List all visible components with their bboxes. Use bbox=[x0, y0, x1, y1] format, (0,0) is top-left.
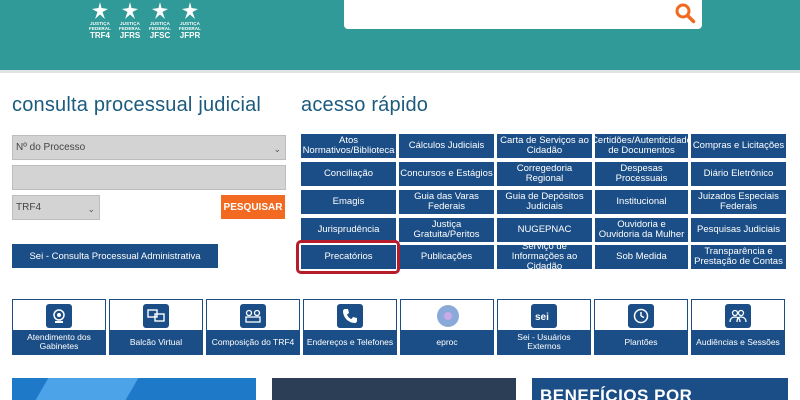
clock-icon bbox=[628, 304, 654, 328]
service-card-label: Plantões bbox=[595, 330, 687, 354]
banner-middle[interactable] bbox=[272, 378, 516, 400]
justice-emblem-icon bbox=[122, 2, 138, 19]
service-card[interactable]: Plantões bbox=[594, 299, 688, 355]
eproc-icon bbox=[437, 305, 459, 327]
logo-jfpr[interactable]: JUSTIÇA FEDERAL JFPR bbox=[176, 0, 204, 52]
quick-link[interactable]: Guia de Depósitos Judiciais bbox=[497, 190, 592, 214]
quick-link[interactable]: Ouvidoria e Ouvidoria da Mulher bbox=[595, 218, 688, 242]
quick-link[interactable]: Concursos e Estágios bbox=[399, 162, 494, 186]
logo-name: TRF4 bbox=[90, 31, 110, 40]
pesquisar-button[interactable]: PESQUISAR bbox=[221, 195, 285, 219]
site-search-input[interactable] bbox=[344, 0, 702, 29]
service-card-label: eproc bbox=[401, 330, 493, 354]
quick-link[interactable]: Sob Medida bbox=[595, 245, 688, 269]
banner-left[interactable] bbox=[12, 378, 256, 400]
service-card-label: Composição do TRF4 bbox=[207, 330, 299, 354]
justice-emblem-icon bbox=[152, 2, 168, 19]
process-type-value: Nº do Processo bbox=[16, 142, 86, 153]
banner-stripe bbox=[35, 378, 139, 400]
service-card[interactable]: Endereços e Telefones bbox=[303, 299, 397, 355]
quick-link[interactable]: Transparência e Prestação de Contas bbox=[691, 245, 786, 269]
attendance-icon bbox=[46, 304, 72, 328]
logo-name: JFSC bbox=[149, 31, 171, 40]
logo-name: JFRS bbox=[119, 31, 141, 40]
service-card[interactable]: Audiências e Sessões bbox=[691, 299, 785, 355]
service-card-label: Atendimento dos Gabinetes bbox=[13, 330, 105, 354]
process-number-input[interactable] bbox=[12, 165, 286, 190]
logo-jfrs[interactable]: JUSTIÇA FEDERAL JFRS bbox=[116, 0, 144, 52]
consulta-title: consulta processual judicial bbox=[12, 94, 262, 116]
header-divider bbox=[0, 70, 800, 73]
quick-link[interactable]: Justiça Gratuita/Peritos bbox=[399, 218, 494, 242]
quick-link[interactable]: Certidões/Autenticidade de Documentos bbox=[595, 134, 688, 158]
quick-link[interactable]: Pesquisas Judiciais bbox=[691, 218, 786, 242]
service-card-label: Balcão Virtual bbox=[110, 330, 202, 354]
service-card-label: Endereços e Telefones bbox=[304, 330, 396, 354]
service-card[interactable]: Composição do TRF4 bbox=[206, 299, 300, 355]
quick-link[interactable]: Carta de Serviços ao Cidadão bbox=[497, 134, 592, 158]
chevron-down-icon: ⌄ bbox=[87, 203, 95, 214]
quick-link[interactable]: Publicações bbox=[399, 245, 494, 269]
quick-link[interactable]: Despesas Processuais bbox=[595, 162, 688, 186]
people-icon bbox=[725, 304, 751, 328]
process-type-select[interactable]: Nº do Processo ⌄ bbox=[12, 135, 286, 160]
quick-link[interactable]: Corregedoria Regional bbox=[497, 162, 592, 186]
court-select[interactable]: TRF4 ⌄ bbox=[12, 195, 100, 220]
highlight-box bbox=[296, 240, 400, 274]
page: JUSTIÇA FEDERAL TRF4 JUSTIÇA FEDERAL JFR… bbox=[0, 0, 800, 400]
quick-link[interactable]: NUGEPNAC bbox=[497, 218, 592, 242]
virtual-desk-icon bbox=[143, 304, 169, 328]
quick-link[interactable]: Juizados Especiais Federais bbox=[691, 190, 786, 214]
court-select-value: TRF4 bbox=[16, 202, 41, 213]
quick-link[interactable]: Cálculos Judiciais bbox=[399, 134, 494, 158]
header: JUSTIÇA FEDERAL TRF4 JUSTIÇA FEDERAL JFR… bbox=[0, 0, 800, 70]
logo-jfsc[interactable]: JUSTIÇA FEDERAL JFSC bbox=[146, 0, 174, 52]
sei-icon: sei bbox=[531, 304, 557, 328]
service-card[interactable]: sei Sei - Usuários Externos bbox=[497, 299, 591, 355]
logo-name: JFPR bbox=[179, 31, 201, 40]
svg-text:sei: sei bbox=[535, 312, 549, 322]
banner-right-text: BENEFÍCIOS POR bbox=[540, 386, 693, 400]
composition-icon bbox=[240, 304, 266, 328]
service-card-label: Audiências e Sessões bbox=[692, 330, 784, 354]
quick-link[interactable]: Jurisprudência bbox=[301, 218, 396, 242]
quick-link[interactable]: Atos Normativos/Biblioteca bbox=[301, 134, 396, 158]
logo-trf4[interactable]: JUSTIÇA FEDERAL TRF4 bbox=[86, 0, 114, 52]
quick-link[interactable]: Serviço de Informações ao Cidadão bbox=[497, 245, 592, 269]
quick-link[interactable]: Institucional bbox=[595, 190, 688, 214]
quick-link[interactable]: Guia das Varas Federais bbox=[399, 190, 494, 214]
justice-emblem-icon bbox=[182, 2, 198, 19]
court-logos: JUSTIÇA FEDERAL TRF4 JUSTIÇA FEDERAL JFR… bbox=[86, 0, 204, 52]
quick-link[interactable]: Emagis bbox=[301, 190, 396, 214]
service-card[interactable]: Atendimento dos Gabinetes bbox=[12, 299, 106, 355]
quick-link[interactable]: Conciliação bbox=[301, 162, 396, 186]
service-card-label: Sei - Usuários Externos bbox=[498, 330, 590, 354]
service-card[interactable]: Balcão Virtual bbox=[109, 299, 203, 355]
sei-consulta-button[interactable]: Sei - Consulta Processual Administrativa bbox=[12, 244, 218, 268]
chevron-down-icon: ⌄ bbox=[273, 143, 281, 154]
quick-link[interactable]: Compras e Licitações bbox=[691, 134, 786, 158]
justice-emblem-icon bbox=[92, 2, 108, 19]
acesso-rapido-title: acesso rápido bbox=[301, 94, 429, 116]
service-card[interactable]: eproc bbox=[400, 299, 494, 355]
search-icon[interactable] bbox=[674, 2, 696, 24]
quick-link[interactable]: Diário Eletrônico bbox=[691, 162, 786, 186]
banner-right[interactable]: BENEFÍCIOS POR bbox=[532, 378, 788, 400]
phone-icon bbox=[337, 304, 363, 328]
